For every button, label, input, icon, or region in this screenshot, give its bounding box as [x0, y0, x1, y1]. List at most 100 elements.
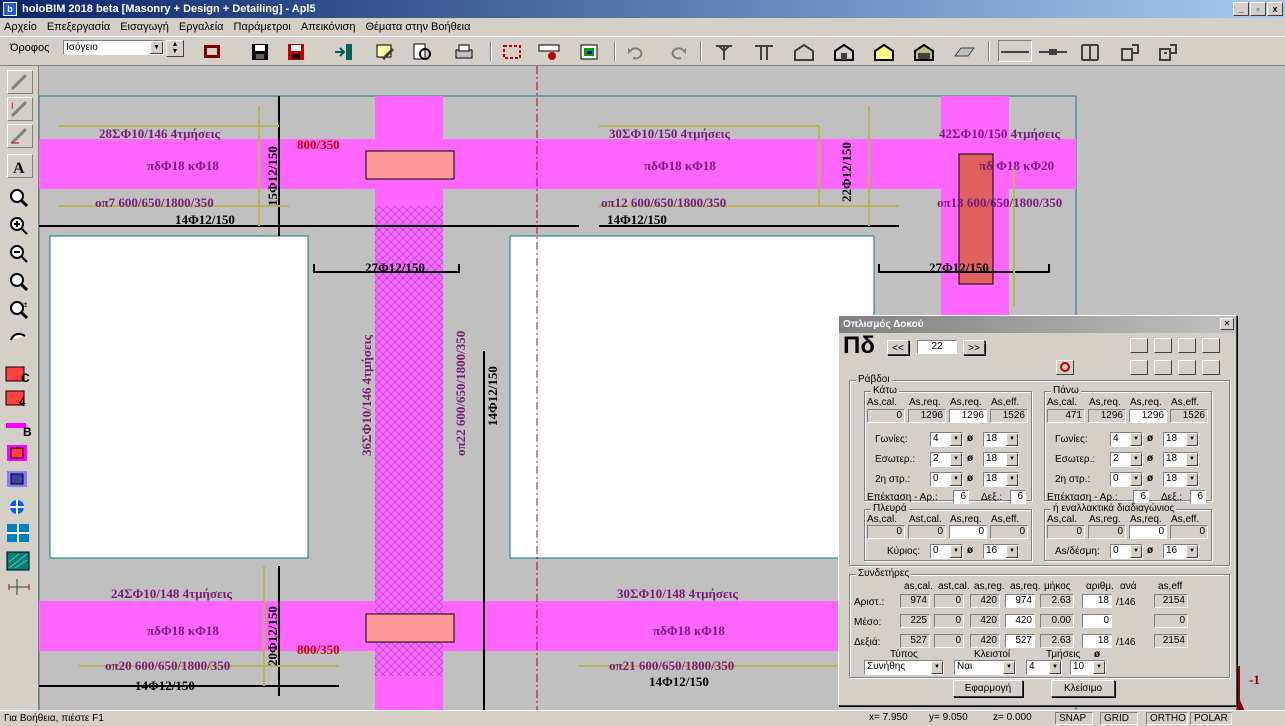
hatch-icon[interactable]: [5, 550, 35, 572]
slab-icon[interactable]: [952, 40, 975, 62]
column-single-icon[interactable]: [712, 40, 734, 62]
doc-icon[interactable]: [1154, 360, 1172, 375]
side-dia-select[interactable]: 16 ▼: [983, 544, 1019, 559]
c-beam-icon[interactable]: C: [5, 364, 35, 386]
grid-toggle[interactable]: GRID: [1100, 712, 1138, 725]
bottom-corners-count[interactable]: 4 ▼: [930, 432, 963, 447]
bottom-inner-count[interactable]: 2 ▼: [930, 452, 963, 467]
house-frame-icon[interactable]: [792, 40, 814, 62]
edit2-icon[interactable]: I: [7, 97, 33, 121]
room-icon[interactable]: [1118, 40, 1140, 62]
menu-insert[interactable]: Εισαγωγή: [120, 18, 169, 36]
house-green-icon[interactable]: [912, 40, 934, 62]
top-inner-count[interactable]: 2 ▼: [1110, 452, 1143, 467]
b-beam-icon[interactable]: B: [5, 416, 35, 439]
menu-view[interactable]: Απεικόνιση: [301, 18, 356, 36]
stirrup-count-input[interactable]: 0: [1082, 614, 1112, 628]
diag-value-input[interactable]: 0: [1129, 525, 1167, 539]
wall-frame-icon[interactable]: [1078, 40, 1100, 62]
copy-icon[interactable]: [1178, 360, 1196, 375]
top-corners-dia[interactable]: 18 ▼: [1163, 432, 1199, 447]
tools-icon[interactable]: [374, 40, 396, 62]
floor-select[interactable]: Ισόγειο ▼: [63, 40, 164, 55]
paste-icon[interactable]: [1202, 360, 1220, 375]
stirrup-value-input[interactable]: 527: [1005, 634, 1035, 648]
stirrup-count-input[interactable]: 18: [1082, 634, 1112, 648]
frame-icon[interactable]: [200, 40, 222, 62]
move-icon[interactable]: [5, 496, 35, 518]
close-dialog-button[interactable]: Κλείσιμο: [1051, 680, 1115, 697]
view-icon[interactable]: [1178, 338, 1196, 353]
bottom-ext-right[interactable]: 6: [1010, 490, 1026, 504]
beam-red-icon[interactable]: [5, 442, 35, 464]
bottom-layer2-count[interactable]: 0 ▼: [930, 472, 963, 487]
snap-toggle[interactable]: SNAP: [1055, 712, 1093, 725]
menu-tools[interactable]: Εργαλεία: [179, 18, 224, 36]
top-layer2-count[interactable]: 0 ▼: [1110, 472, 1143, 487]
zoom-in-icon[interactable]: [7, 214, 33, 238]
save-icon[interactable]: [248, 40, 270, 62]
preview-icon[interactable]: [410, 40, 432, 62]
column-double-icon[interactable]: [752, 40, 774, 62]
view-icon[interactable]: [1154, 338, 1172, 353]
zoom-all-icon[interactable]: [7, 270, 33, 294]
side-count-select[interactable]: 0 ▼: [930, 544, 963, 559]
zoom-pm-icon[interactable]: ±: [7, 298, 33, 322]
pan-icon[interactable]: [7, 326, 33, 350]
stirrup-type-select[interactable]: Συνήθης ▼: [864, 660, 944, 675]
menu-file[interactable]: Αρχείο: [4, 18, 37, 36]
spec-icon[interactable]: [537, 40, 560, 62]
dimension-icon[interactable]: [5, 576, 35, 598]
select-rect-icon[interactable]: [500, 40, 522, 62]
view-icon[interactable]: [1130, 338, 1148, 353]
target-icon[interactable]: [1056, 360, 1074, 375]
top-layer2-dia[interactable]: 18 ▼: [1163, 472, 1199, 487]
side-value-input[interactable]: 0: [949, 525, 987, 539]
top-corners-count[interactable]: 4 ▼: [1110, 432, 1143, 447]
zoom-window-icon[interactable]: [7, 186, 33, 210]
apply-button[interactable]: Εφαρμογή: [953, 680, 1023, 697]
top-ext-left[interactable]: 6: [1133, 490, 1149, 504]
stirrup-closed-select[interactable]: Ναι ▼: [954, 660, 1016, 675]
bottom-layer2-dia[interactable]: 18 ▼: [983, 472, 1019, 487]
stirrup-dia-select[interactable]: 10 ▼: [1070, 660, 1106, 675]
top-as-req-input[interactable]: 1296: [1129, 409, 1167, 423]
import-icon[interactable]: [332, 40, 354, 62]
top-ext-right[interactable]: 6: [1190, 490, 1206, 504]
line-dash-icon[interactable]: [1036, 40, 1070, 62]
stirrup-count-input[interactable]: 18: [1082, 594, 1112, 608]
line-solid-icon[interactable]: [998, 40, 1032, 62]
house-yellow-icon[interactable]: [872, 40, 894, 62]
stirrup-value-input[interactable]: 974: [1005, 594, 1035, 608]
print-icon[interactable]: [452, 40, 474, 62]
beam-number-field[interactable]: 22: [917, 340, 957, 354]
menu-edit[interactable]: Επεξεργασία: [47, 18, 110, 36]
stair-icon[interactable]: [1156, 40, 1178, 62]
diag-count-select[interactable]: 0 ▼: [1110, 544, 1143, 559]
prev-beam-button[interactable]: <<: [887, 340, 909, 355]
view-icon[interactable]: [1202, 338, 1220, 353]
beam-purple-icon[interactable]: [5, 468, 35, 490]
redo-icon[interactable]: [666, 40, 688, 62]
grid-icon[interactable]: [5, 522, 35, 544]
ortho-toggle[interactable]: ORTHO: [1146, 712, 1188, 725]
top-inner-dia[interactable]: 18 ▼: [1163, 452, 1199, 467]
window-title-bar[interactable]: b holoBIM 2018 beta [Masonry + Design + …: [0, 0, 1285, 18]
polar-toggle[interactable]: POLAR: [1190, 712, 1232, 725]
bottom-corners-dia[interactable]: 18 ▼: [983, 432, 1019, 447]
edit-icon[interactable]: [7, 70, 33, 94]
bottom-as-req-input[interactable]: 1296: [949, 409, 987, 423]
undo-icon[interactable]: [624, 40, 646, 62]
four-icon[interactable]: 4: [5, 388, 35, 410]
zoom-out-icon[interactable]: [7, 242, 33, 266]
stirrup-value-input[interactable]: 420: [1005, 614, 1035, 628]
text-icon[interactable]: A: [7, 154, 33, 178]
floor-spinner[interactable]: ▲ ▼: [166, 40, 184, 57]
next-beam-button[interactable]: >>: [963, 340, 985, 355]
table-icon[interactable]: [1130, 360, 1148, 375]
menu-help[interactable]: Θέματα στην Βοήθεια: [365, 18, 470, 36]
menu-parameters[interactable]: Παράμετροι: [234, 18, 291, 36]
close-button[interactable]: x: [1267, 2, 1283, 16]
bottom-inner-dia[interactable]: 18 ▼: [983, 452, 1019, 467]
stirrup-cuts-select[interactable]: 4 ▼: [1026, 660, 1062, 675]
